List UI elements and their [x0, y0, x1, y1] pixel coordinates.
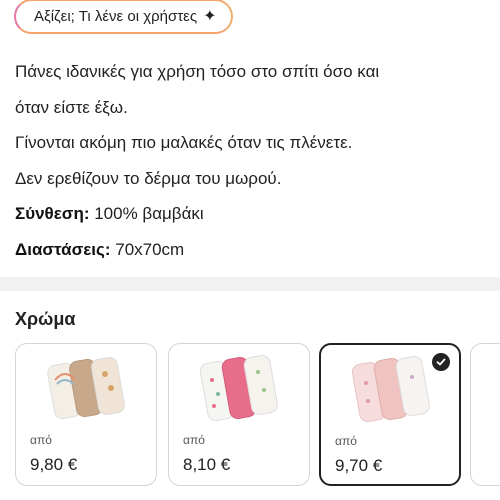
- color-option-card[interactable]: από 9,80 €: [15, 343, 157, 486]
- color-options: από 9,80 € από 8,10 € από 9,70 €: [15, 343, 500, 488]
- price: 9,70 €: [335, 456, 383, 475]
- price-prefix: από: [30, 433, 52, 447]
- product-image: [351, 355, 430, 423]
- price: 8,10 €: [183, 455, 231, 474]
- price-prefix: από: [335, 434, 357, 448]
- description-line: Γίνονται ακόμη πιο μαλακές όταν τις πλέν…: [15, 133, 353, 152]
- composition-label: Σύνθεση:: [15, 204, 90, 223]
- color-option-card-partial[interactable]: [470, 343, 500, 486]
- dimensions-value: 70x70cm: [110, 239, 185, 259]
- product-description: Πάνες ιδανικές για χρήση τόσο στο σπίτι …: [15, 54, 485, 267]
- description-line: όταν είστε έξω.: [15, 97, 128, 117]
- product-image: [199, 354, 278, 422]
- dimensions-row: Διαστάσεις: 70x70cm: [15, 232, 485, 268]
- dimensions-label: Διαστάσεις:: [15, 239, 111, 259]
- selected-check-icon: [432, 353, 450, 371]
- product-image: [47, 356, 125, 420]
- color-option-card-selected[interactable]: από 9,70 €: [319, 343, 461, 486]
- ai-summary-label: Αξίζει; Τι λένε οι χρήστες: [34, 8, 198, 25]
- color-option-card[interactable]: από 8,10 €: [168, 343, 310, 486]
- section-divider: [0, 277, 500, 291]
- ai-summary-button[interactable]: Αξίζει; Τι λένε οι χρήστες ✦: [14, 0, 233, 34]
- description-line: Πάνες ιδανικές για χρήση τόσο στο σπίτι …: [15, 62, 380, 81]
- price: 9,80 €: [30, 455, 78, 474]
- price-prefix: από: [183, 433, 205, 447]
- sparkle-icon: ✦: [203, 7, 217, 25]
- description-line: Δεν ερεθίζουν το δέρμα του μωρού.: [15, 168, 282, 188]
- swatch-rolls: [47, 356, 125, 420]
- composition-row: Σύνθεση: 100% βαμβάκι: [15, 196, 485, 232]
- composition-value: 100% βαμβάκι: [89, 204, 204, 223]
- color-section-title: Χρώμα: [15, 309, 76, 329]
